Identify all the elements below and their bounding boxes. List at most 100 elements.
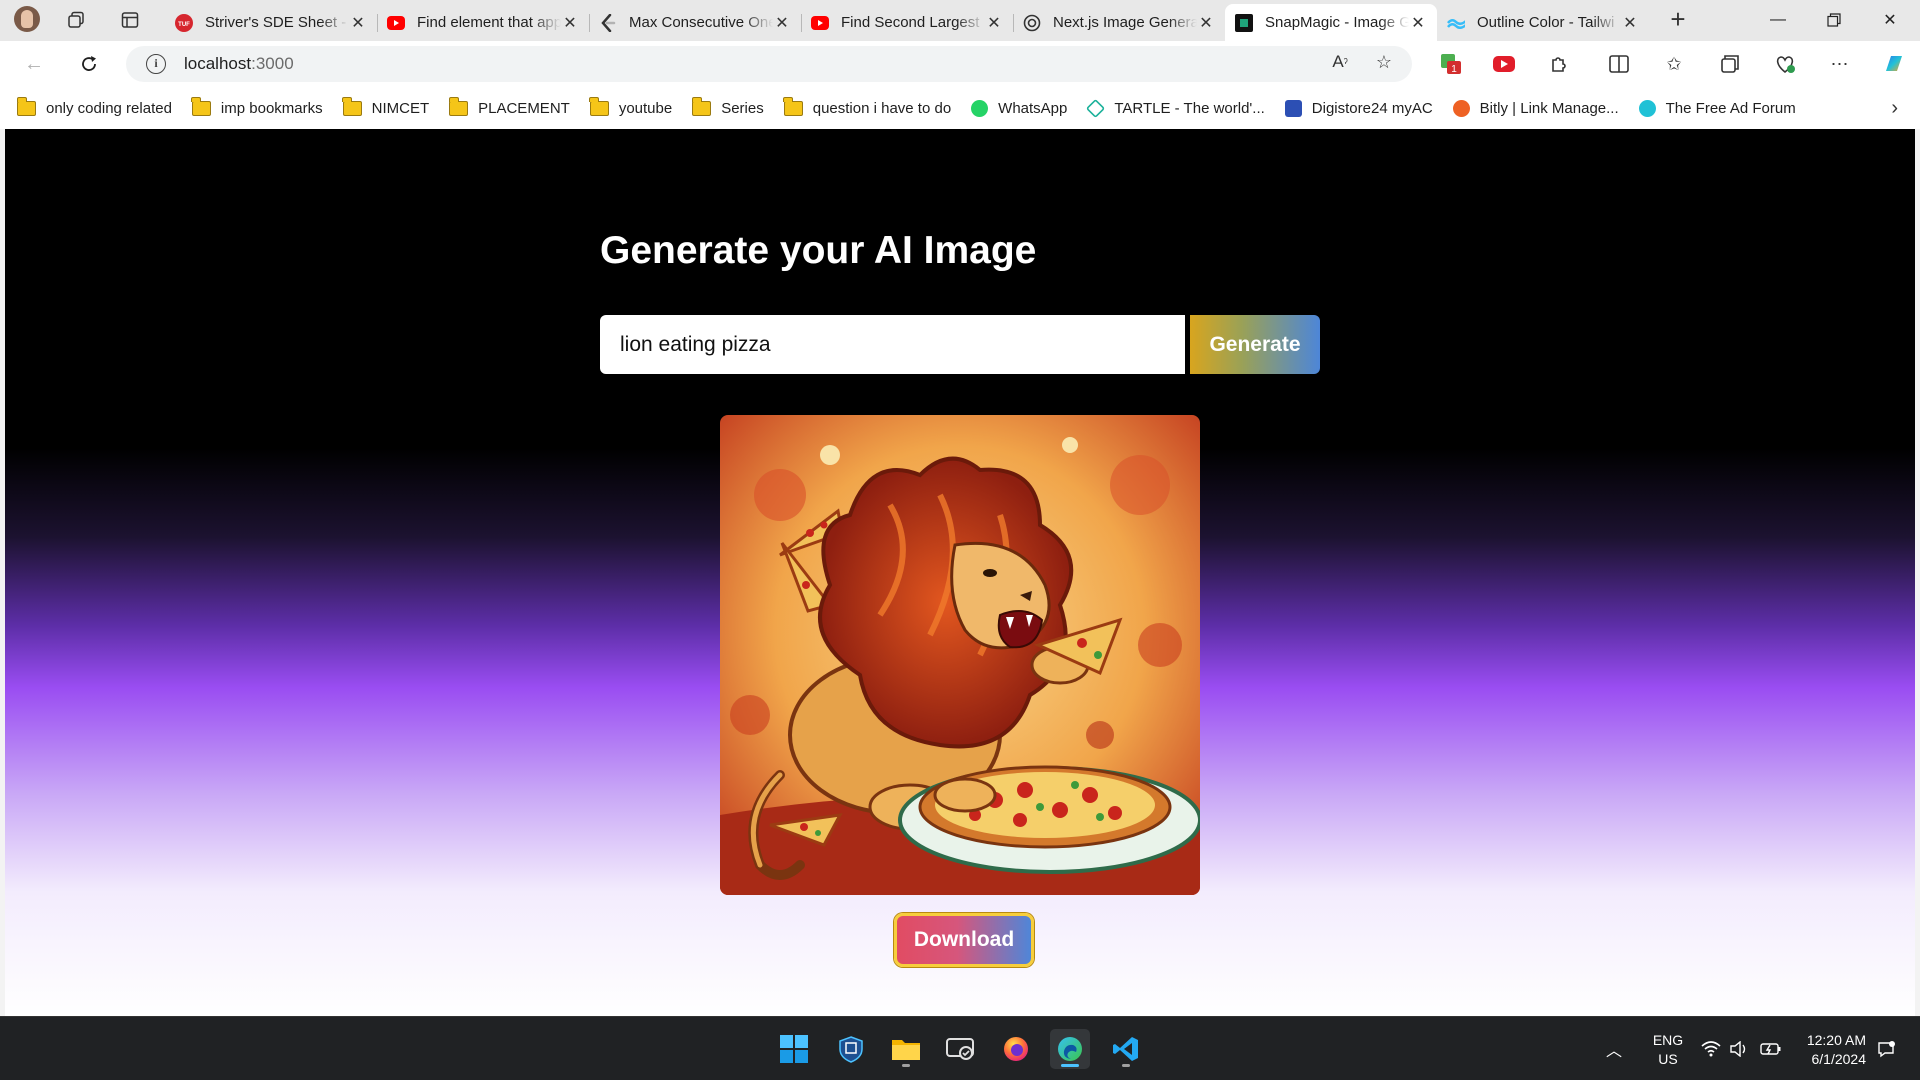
- snapmagic-icon: [1235, 13, 1253, 32]
- youtube-icon: [811, 14, 829, 32]
- vscode-icon[interactable]: [1106, 1029, 1146, 1069]
- windows-start-icon[interactable]: [774, 1029, 814, 1069]
- refresh-icon[interactable]: [75, 50, 103, 78]
- tuf-icon: TUF: [175, 13, 193, 32]
- bookmark-label: question i have to do: [812, 99, 952, 117]
- bookmark-folder[interactable]: PLACEMENT: [448, 96, 570, 117]
- prompt-input[interactable]: [600, 315, 1185, 374]
- bookmark-label: Series: [721, 99, 764, 117]
- favorites-icon[interactable]: ✩: [1660, 51, 1688, 77]
- tab-nextjs-image-generator[interactable]: Next.js Image Generat ✕: [1013, 4, 1225, 41]
- extension-badge-icon[interactable]: 1: [1437, 51, 1465, 77]
- tab-max-consecutive-ones[interactable]: Max Consecutive Ones ✕: [589, 4, 801, 41]
- url-port: :3000: [251, 54, 294, 73]
- vertical-tabs-icon[interactable]: [118, 8, 142, 32]
- chevron-right-icon[interactable]: ›: [1891, 97, 1898, 120]
- region-code: US: [1658, 1051, 1678, 1067]
- bookmark-folder[interactable]: only coding related: [16, 96, 172, 117]
- site-info-icon[interactable]: i: [146, 54, 166, 74]
- tab-outline-color[interactable]: Outline Color - Tailwi ✕: [1437, 4, 1649, 41]
- bookmark-folder[interactable]: question i have to do: [783, 96, 952, 117]
- defender-shield-icon[interactable]: [831, 1029, 871, 1069]
- bookmark-label: Bitly | Link Manage...: [1479, 99, 1619, 117]
- bookmark-folder[interactable]: youtube: [589, 96, 673, 117]
- tab-title: Striver's SDE Sheet - T: [205, 14, 349, 31]
- whatsapp-icon: [971, 99, 989, 117]
- close-icon[interactable]: ✕: [985, 13, 1003, 33]
- read-aloud-icon[interactable]: Aˀ: [1332, 52, 1348, 73]
- profile-avatar[interactable]: [14, 6, 40, 32]
- bookmark-whatsapp[interactable]: WhatsApp: [971, 99, 1068, 117]
- tab-find-second-largest[interactable]: Find Second Largest E ✕: [801, 4, 1013, 41]
- bookmark-free-ad-forum[interactable]: The Free Ad Forum: [1638, 99, 1796, 117]
- bookmark-folder[interactable]: NIMCET: [342, 96, 430, 117]
- folder-icon: [783, 96, 803, 116]
- bookmark-label: Digistore24 myAC: [1311, 99, 1433, 117]
- url-text: localhost:3000: [184, 54, 294, 74]
- favorite-star-icon[interactable]: ☆: [1376, 52, 1392, 73]
- bookmark-folder[interactable]: Series: [691, 96, 764, 117]
- restore-button[interactable]: [1806, 0, 1862, 40]
- openai-icon: [1023, 14, 1041, 32]
- notifications-icon[interactable]: [1876, 1017, 1896, 1080]
- tab-strivers-sde-sheet[interactable]: TUF Striver's SDE Sheet - T ✕: [165, 4, 377, 41]
- close-icon[interactable]: ✕: [1621, 13, 1639, 33]
- edge-browser-icon[interactable]: [1050, 1029, 1090, 1069]
- bookmark-digistore[interactable]: Digistore24 myAC: [1284, 99, 1433, 117]
- more-menu-icon[interactable]: ⋯: [1826, 51, 1854, 77]
- tab-list: TUF Striver's SDE Sheet - T ✕ Find eleme…: [165, 4, 1649, 41]
- close-window-button[interactable]: ✕: [1862, 0, 1918, 40]
- tab-title: Next.js Image Generat: [1053, 14, 1197, 31]
- show-hidden-icons[interactable]: ︿: [1606, 1017, 1622, 1080]
- bookmark-bitly[interactable]: Bitly | Link Manage...: [1452, 99, 1619, 117]
- workspaces-icon[interactable]: [64, 8, 88, 32]
- svg-text:1: 1: [1451, 64, 1457, 75]
- generate-button[interactable]: Generate: [1190, 315, 1320, 374]
- firefox-icon[interactable]: [996, 1029, 1036, 1069]
- browser-essentials-icon[interactable]: [1771, 51, 1799, 77]
- bookmark-label: NIMCET: [371, 99, 430, 117]
- split-screen-icon[interactable]: [1605, 51, 1633, 77]
- bookmark-label: youtube: [618, 99, 673, 117]
- tartle-icon: [1086, 98, 1106, 118]
- address-bar[interactable]: i localhost:3000 Aˀ ☆: [126, 46, 1412, 82]
- system-clock[interactable]: 12:20 AM 6/1/2024: [1786, 1031, 1866, 1069]
- battery-icon[interactable]: [1760, 1017, 1782, 1080]
- wifi-icon[interactable]: [1701, 1017, 1721, 1080]
- bookmark-label: imp bookmarks: [220, 99, 323, 117]
- tab-title: Max Consecutive Ones: [629, 14, 773, 31]
- chevron-up-icon[interactable]: ︿: [1606, 1037, 1622, 1061]
- back-icon[interactable]: ←: [20, 50, 48, 78]
- page-viewport: Generate your AI Image Generate: [5, 129, 1915, 1016]
- new-tab-button[interactable]: +: [1664, 6, 1692, 34]
- bookmark-tartle[interactable]: TARTLE - The world'...: [1086, 98, 1265, 118]
- close-icon[interactable]: ✕: [773, 13, 791, 33]
- minimize-button[interactable]: —: [1750, 0, 1806, 40]
- active-indicator: [1061, 1064, 1079, 1067]
- extensions-puzzle-icon[interactable]: [1545, 51, 1573, 77]
- bookmark-folder[interactable]: imp bookmarks: [191, 96, 323, 117]
- youtube-icon: [387, 14, 405, 32]
- language-indicator[interactable]: ENG US: [1650, 1031, 1686, 1069]
- file-explorer-icon[interactable]: [886, 1029, 926, 1069]
- bookmark-label: WhatsApp: [998, 99, 1068, 117]
- close-icon[interactable]: ✕: [1197, 13, 1215, 33]
- folder-icon: [342, 96, 362, 116]
- page-title: Generate your AI Image: [600, 229, 1037, 272]
- youtube-extension-icon[interactable]: [1490, 51, 1518, 77]
- download-button[interactable]: Download: [894, 913, 1034, 967]
- tab-snapmagic[interactable]: SnapMagic - Image Ge ✕: [1225, 4, 1437, 41]
- close-icon[interactable]: ✕: [1409, 13, 1427, 33]
- tab-title: Find element that app: [417, 14, 561, 31]
- bookmark-label: only coding related: [46, 99, 172, 117]
- volume-icon[interactable]: [1729, 1017, 1749, 1080]
- url-host: localhost: [184, 54, 252, 73]
- close-icon[interactable]: ✕: [561, 13, 579, 33]
- svg-text:TUF: TUF: [178, 22, 190, 28]
- collections-icon[interactable]: [1716, 51, 1744, 77]
- copilot-icon[interactable]: [1880, 51, 1908, 77]
- folder-icon: [16, 96, 36, 116]
- remote-desktop-icon[interactable]: [940, 1029, 980, 1069]
- tab-find-element[interactable]: Find element that app ✕: [377, 4, 589, 41]
- close-icon[interactable]: ✕: [349, 13, 367, 33]
